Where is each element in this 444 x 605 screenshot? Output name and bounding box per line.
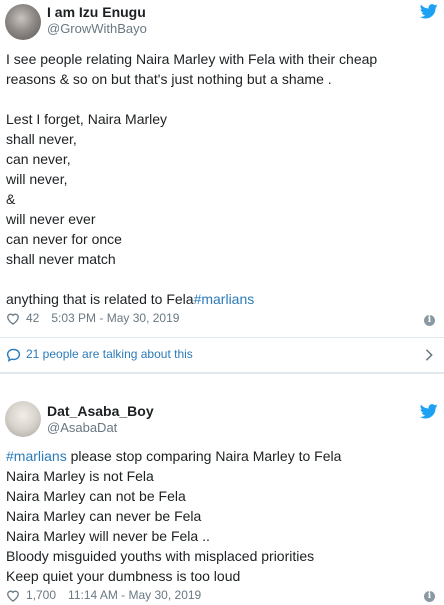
timestamp-link[interactable]: 11:14 AM - May 30, 2019 [68, 588, 201, 602]
tweet-text-line: will never, [6, 171, 68, 187]
tweet-text-line: anything that is related to Fela#marlian… [6, 289, 254, 309]
twitter-bird-icon[interactable] [420, 4, 438, 19]
user-handle[interactable]: @GrowWithBayo [47, 21, 147, 36]
tweet-text-line: can never for once [6, 231, 122, 247]
tweet-meta: 42 5:03 PM - May 30, 2019 [6, 311, 179, 325]
tweet-text-line: will never ever [6, 211, 96, 227]
tweet-text: anything that is related to Fela [6, 291, 194, 307]
twitter-bird-icon[interactable] [420, 404, 438, 419]
tweet-card[interactable]: Dat_Asaba_Boy @AsabaDat #marlians please… [0, 374, 444, 605]
tweet-text-line: & [6, 191, 16, 207]
tweet-text-line: Naira Marley will never be Fela .. [6, 528, 210, 544]
info-icon[interactable]: i [424, 315, 435, 326]
tweet-text-line: can never, [6, 151, 71, 167]
tweet-text-line: Naira Marley is not Fela [6, 468, 154, 484]
hashtag-link[interactable]: #marlians [6, 448, 67, 464]
heart-icon[interactable] [6, 589, 20, 602]
tweet-text-line: shall never, [6, 131, 77, 147]
speech-bubble-icon [6, 348, 21, 362]
tweet-card[interactable]: I am Izu Enugu @GrowWithBayo I see peopl… [0, 0, 444, 374]
tweet-text: please stop comparing Naira Marley to Fe… [66, 448, 342, 464]
avatar[interactable] [5, 401, 41, 437]
tweet-text-line: Naira Marley can not be Fela [6, 488, 186, 504]
like-count[interactable]: 42 [26, 311, 39, 325]
info-icon[interactable]: i [424, 591, 435, 602]
display-name[interactable]: Dat_Asaba_Boy [47, 403, 154, 419]
tweet-meta: 1,700 11:14 AM - May 30, 2019 [6, 588, 201, 602]
tweet-text-line: Naira Marley can never be Fela [6, 508, 202, 524]
conversation-count[interactable]: 21 people are talking about this [26, 347, 193, 361]
tweet-text-line: I see people relating Naira Marley with … [6, 51, 378, 67]
tweet-text-line: Lest I forget, Naira Marley [6, 111, 168, 127]
tweet-text-line: Bloody misguided youths with misplaced p… [6, 548, 315, 564]
tweet-text-line: shall never match [6, 251, 116, 267]
tweet-text-line: Keep quiet your dumbness is too loud [6, 568, 241, 584]
like-count[interactable]: 1,700 [26, 588, 56, 602]
conversation-link[interactable]: 21 people are talking about this [0, 338, 444, 372]
avatar[interactable] [5, 4, 41, 40]
timestamp-link[interactable]: 5:03 PM - May 30, 2019 [51, 311, 179, 325]
heart-icon[interactable] [6, 312, 20, 325]
user-handle[interactable]: @AsabaDat [47, 420, 117, 435]
hashtag-link[interactable]: #marlians [194, 291, 255, 307]
tweet-text-line: reasons & so on but that's just nothing … [6, 71, 332, 87]
display-name[interactable]: I am Izu Enugu [47, 4, 146, 20]
tweet-text-line: #marlians please stop comparing Naira Ma… [6, 446, 341, 466]
chevron-right-icon[interactable] [424, 348, 434, 362]
